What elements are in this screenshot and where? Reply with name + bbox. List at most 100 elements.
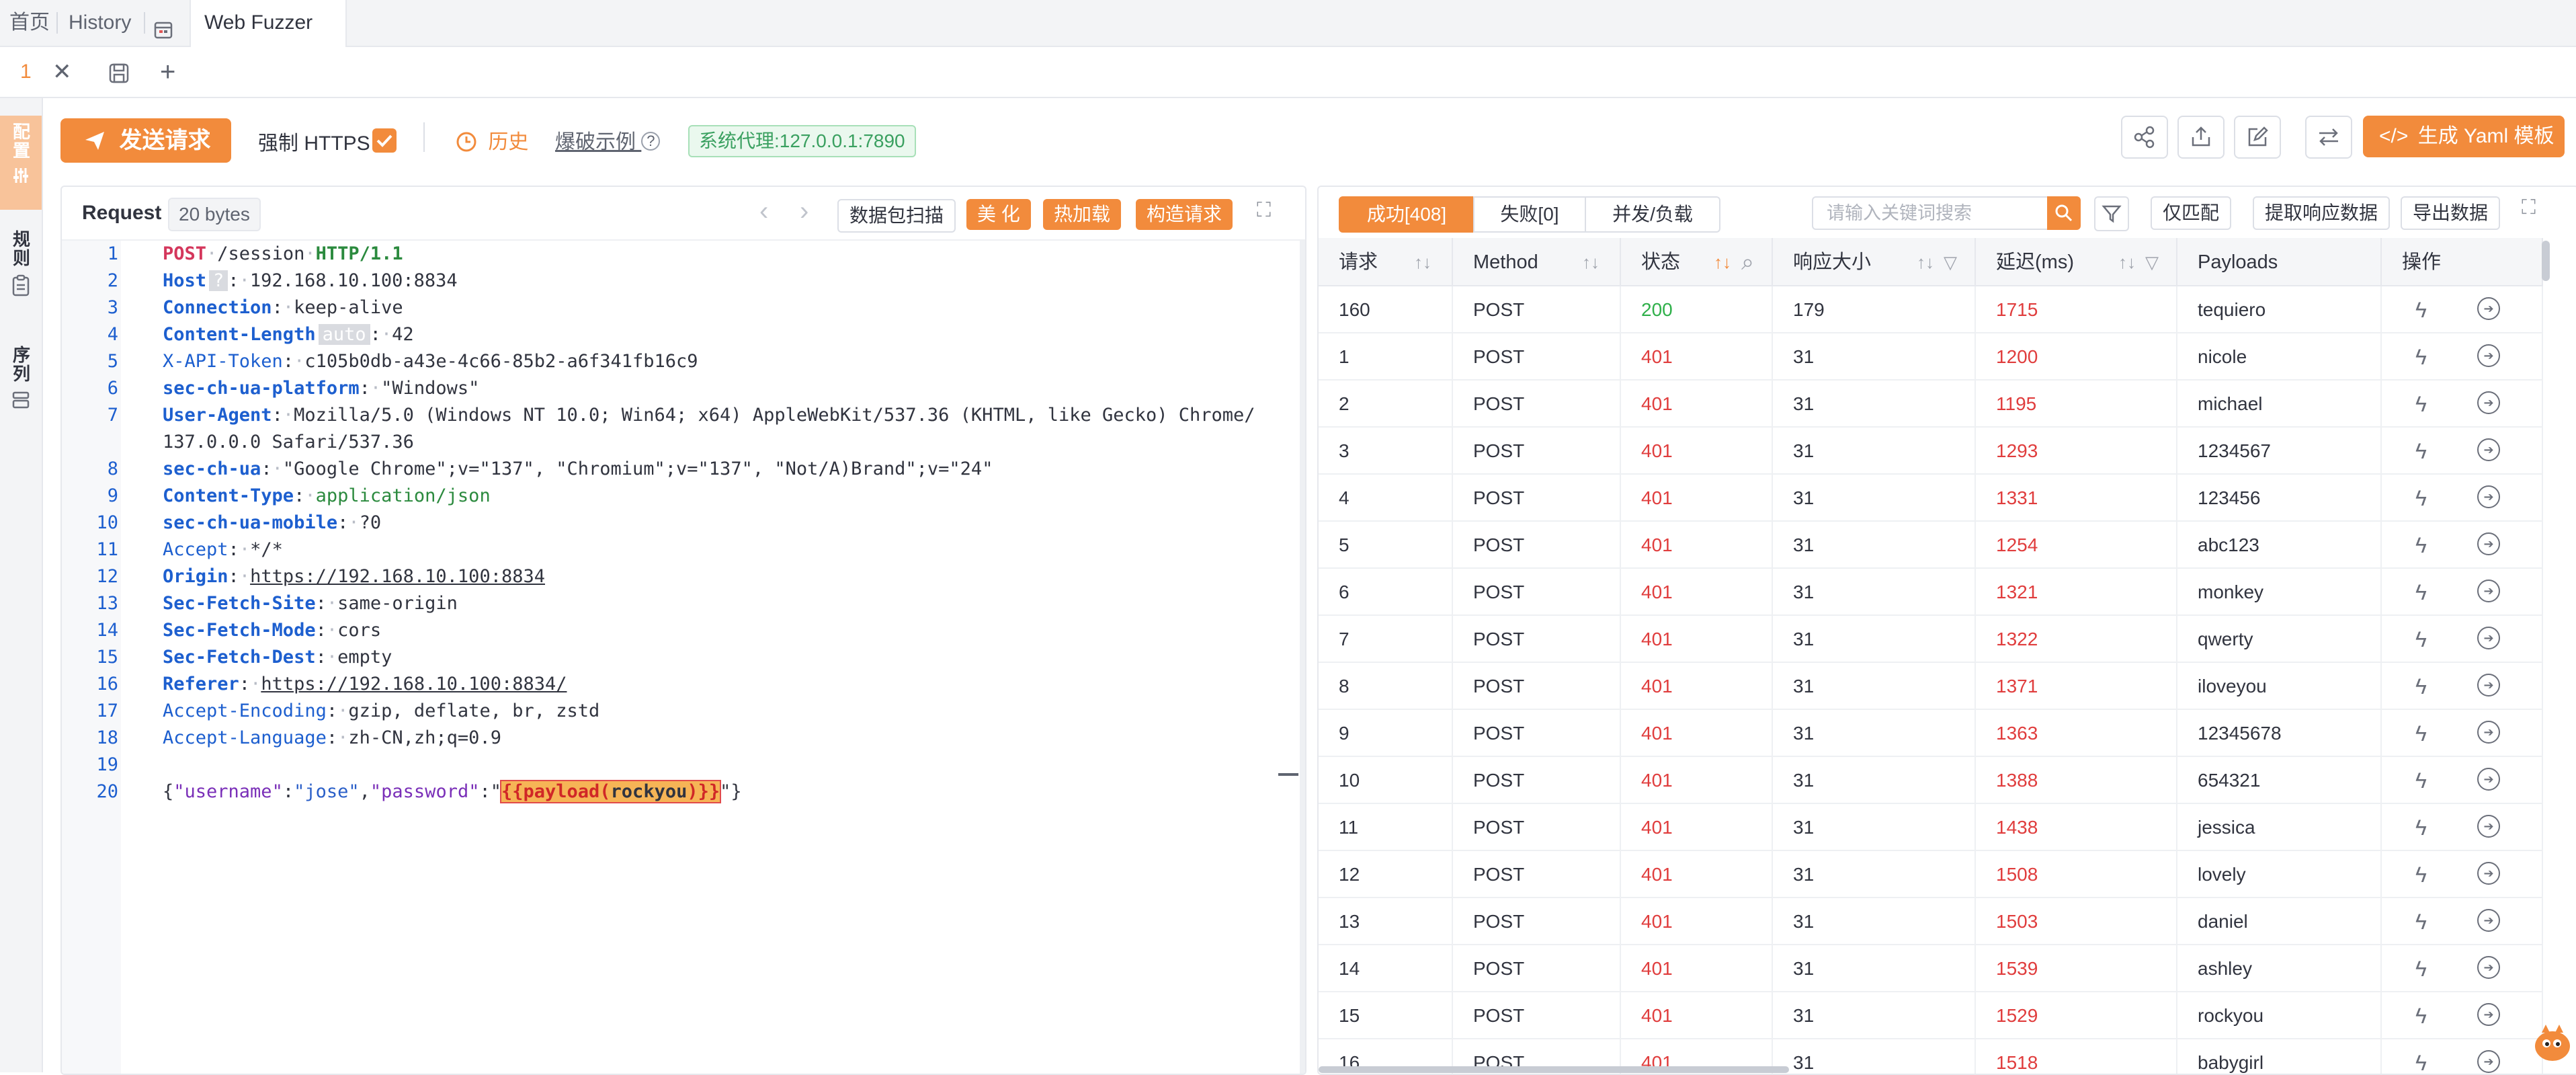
table-cell-method[interactable]: POST bbox=[1453, 333, 1621, 381]
table-scrollbar[interactable] bbox=[2542, 241, 2550, 281]
edit-button[interactable] bbox=[2234, 116, 2281, 159]
column-header[interactable]: 请求 ↑↓ bbox=[1319, 238, 1453, 286]
table-cell-status[interactable]: 401 bbox=[1621, 428, 1773, 475]
details-icon[interactable]: ➔ bbox=[2477, 485, 2500, 508]
table-cell-payload[interactable]: 654321 bbox=[2177, 757, 2382, 804]
details-icon[interactable]: ➔ bbox=[2477, 674, 2500, 696]
packet-scan-button[interactable]: 数据包扫描 bbox=[837, 199, 956, 233]
table-cell-delay[interactable]: 1254 bbox=[1976, 522, 2177, 569]
table-cell-size[interactable]: 31 bbox=[1773, 663, 1976, 710]
table-cell-delay[interactable]: 1715 bbox=[1976, 286, 2177, 333]
table-cell-method[interactable]: POST bbox=[1453, 851, 1621, 898]
table-cell-payload[interactable]: rockyou bbox=[2177, 992, 2382, 1039]
export-button[interactable] bbox=[2177, 116, 2225, 159]
flash-icon[interactable]: ϟ bbox=[2415, 333, 2427, 381]
table-cell-payload[interactable]: ashley bbox=[2177, 945, 2382, 992]
table-cell-delay[interactable]: 1322 bbox=[1976, 616, 2177, 663]
send-request-button[interactable]: 发送请求 bbox=[60, 118, 231, 163]
details-icon[interactable]: ➔ bbox=[2477, 580, 2500, 602]
brute-force-example-link[interactable]: 爆破示例 ? bbox=[555, 125, 661, 155]
table-cell-size[interactable]: 31 bbox=[1773, 522, 1976, 569]
flash-icon[interactable]: ϟ bbox=[2415, 428, 2427, 475]
sort-icon[interactable]: ↑↓ bbox=[1714, 238, 1731, 286]
table-cell-size[interactable]: 179 bbox=[1773, 286, 1976, 333]
table-cell-payload[interactable]: michael bbox=[2177, 381, 2382, 428]
flash-icon[interactable]: ϟ bbox=[2415, 663, 2427, 710]
table-cell-delay[interactable]: 1518 bbox=[1976, 1039, 2177, 1074]
flash-icon[interactable]: ϟ bbox=[2415, 804, 2427, 851]
editor-scrollbar[interactable] bbox=[1300, 241, 1305, 1074]
filter-icon[interactable]: ▽ bbox=[2145, 238, 2159, 286]
table-cell-id[interactable]: 12 bbox=[1319, 851, 1453, 898]
close-icon[interactable]: ✕ bbox=[52, 47, 72, 97]
flash-icon[interactable]: ϟ bbox=[2415, 475, 2427, 522]
table-cell-payload[interactable]: daniel bbox=[2177, 898, 2382, 945]
payload-tag[interactable]: {{payload(rockyou)}} bbox=[499, 780, 722, 803]
code-editor[interactable]: 1 2 3 4 5 6 7 8 9 10 11 12 13 14 15 16 17 18 19 20 POST·/se… bbox=[62, 241, 1305, 1074]
force-https-checkbox[interactable] bbox=[372, 128, 397, 153]
table-cell-payload[interactable]: tequiero bbox=[2177, 286, 2382, 333]
table-cell-status[interactable]: 401 bbox=[1621, 569, 1773, 616]
chevron-left-icon[interactable]: ‹ bbox=[759, 196, 768, 227]
chevron-right-icon[interactable]: › bbox=[800, 196, 808, 227]
table-cell-size[interactable]: 31 bbox=[1773, 381, 1976, 428]
table-cell-status[interactable]: 401 bbox=[1621, 898, 1773, 945]
sub-tab-index[interactable]: 1 bbox=[20, 47, 32, 97]
table-cell-status[interactable]: 401 bbox=[1621, 616, 1773, 663]
tab-success[interactable]: 成功[408] bbox=[1339, 196, 1474, 233]
table-cell-payload[interactable]: 12345678 bbox=[2177, 710, 2382, 757]
generate-yaml-button[interactable]: </> 生成 Yaml 模板 bbox=[2363, 116, 2565, 157]
flash-icon[interactable]: ϟ bbox=[2415, 710, 2427, 757]
table-cell-method[interactable]: POST bbox=[1453, 757, 1621, 804]
table-cell-delay[interactable]: 1503 bbox=[1976, 898, 2177, 945]
table-cell-delay[interactable]: 1529 bbox=[1976, 992, 2177, 1039]
table-cell-id[interactable]: 14 bbox=[1319, 945, 1453, 992]
table-cell-size[interactable]: 31 bbox=[1773, 569, 1976, 616]
save-icon[interactable] bbox=[108, 47, 130, 97]
table-cell-id[interactable]: 9 bbox=[1319, 710, 1453, 757]
table-cell-status[interactable]: 401 bbox=[1621, 663, 1773, 710]
details-icon[interactable]: ➔ bbox=[2477, 768, 2500, 791]
table-cell-id[interactable]: 15 bbox=[1319, 992, 1453, 1039]
history-button[interactable]: 历史 bbox=[456, 125, 528, 155]
details-icon[interactable]: ➔ bbox=[2477, 627, 2500, 649]
table-cell-id[interactable]: 3 bbox=[1319, 428, 1453, 475]
table-cell-delay[interactable]: 1438 bbox=[1976, 804, 2177, 851]
table-cell-delay[interactable]: 1331 bbox=[1976, 475, 2177, 522]
details-icon[interactable]: ➔ bbox=[2477, 721, 2500, 744]
table-cell-payload[interactable]: iloveyou bbox=[2177, 663, 2382, 710]
table-cell-delay[interactable]: 1371 bbox=[1976, 663, 2177, 710]
flash-icon[interactable]: ϟ bbox=[2415, 569, 2427, 616]
tab-history[interactable]: History bbox=[69, 0, 131, 46]
table-cell-size[interactable]: 31 bbox=[1773, 945, 1976, 992]
extract-response-button[interactable]: 提取响应数据 bbox=[2253, 196, 2391, 230]
table-cell-method[interactable]: POST bbox=[1453, 710, 1621, 757]
flash-icon[interactable]: ϟ bbox=[2415, 381, 2427, 428]
table-cell-size[interactable]: 31 bbox=[1773, 475, 1976, 522]
table-cell-size[interactable]: 31 bbox=[1773, 333, 1976, 381]
table-cell-method[interactable]: POST bbox=[1453, 898, 1621, 945]
flash-icon[interactable]: ϟ bbox=[2415, 616, 2427, 663]
details-icon[interactable]: ➔ bbox=[2477, 956, 2500, 979]
table-cell-delay[interactable]: 1195 bbox=[1976, 381, 2177, 428]
table-cell-payload[interactable]: qwerty bbox=[2177, 616, 2382, 663]
flash-icon[interactable]: ϟ bbox=[2415, 522, 2427, 569]
sort-icon[interactable]: ↑↓ bbox=[1917, 238, 1934, 286]
table-cell-id[interactable]: 13 bbox=[1319, 898, 1453, 945]
table-cell-id[interactable]: 160 bbox=[1319, 286, 1453, 333]
tab-web-fuzzer[interactable]: Web Fuzzer ✕ bbox=[190, 0, 347, 79]
table-cell-size[interactable]: 31 bbox=[1773, 992, 1976, 1039]
export-data-button[interactable]: 导出数据 bbox=[2401, 196, 2501, 230]
search-icon[interactable]: ⌕ bbox=[1741, 238, 1754, 286]
table-cell-delay[interactable]: 1539 bbox=[1976, 945, 2177, 992]
column-header[interactable]: 状态 ↑↓ ⌕ bbox=[1621, 238, 1773, 286]
tab-home[interactable]: 首页 bbox=[9, 0, 50, 46]
table-cell-id[interactable]: 8 bbox=[1319, 663, 1453, 710]
table-cell-status[interactable]: 401 bbox=[1621, 333, 1773, 381]
table-cell-id[interactable]: 5 bbox=[1319, 522, 1453, 569]
table-cell-delay[interactable]: 1200 bbox=[1976, 333, 2177, 381]
fullscreen-icon[interactable]: ⛶ bbox=[1257, 199, 1271, 222]
beautify-button[interactable]: 美 化 bbox=[966, 199, 1031, 230]
table-cell-delay[interactable]: 1321 bbox=[1976, 569, 2177, 616]
sidebar-item-config[interactable]: 配置 bbox=[0, 116, 42, 210]
